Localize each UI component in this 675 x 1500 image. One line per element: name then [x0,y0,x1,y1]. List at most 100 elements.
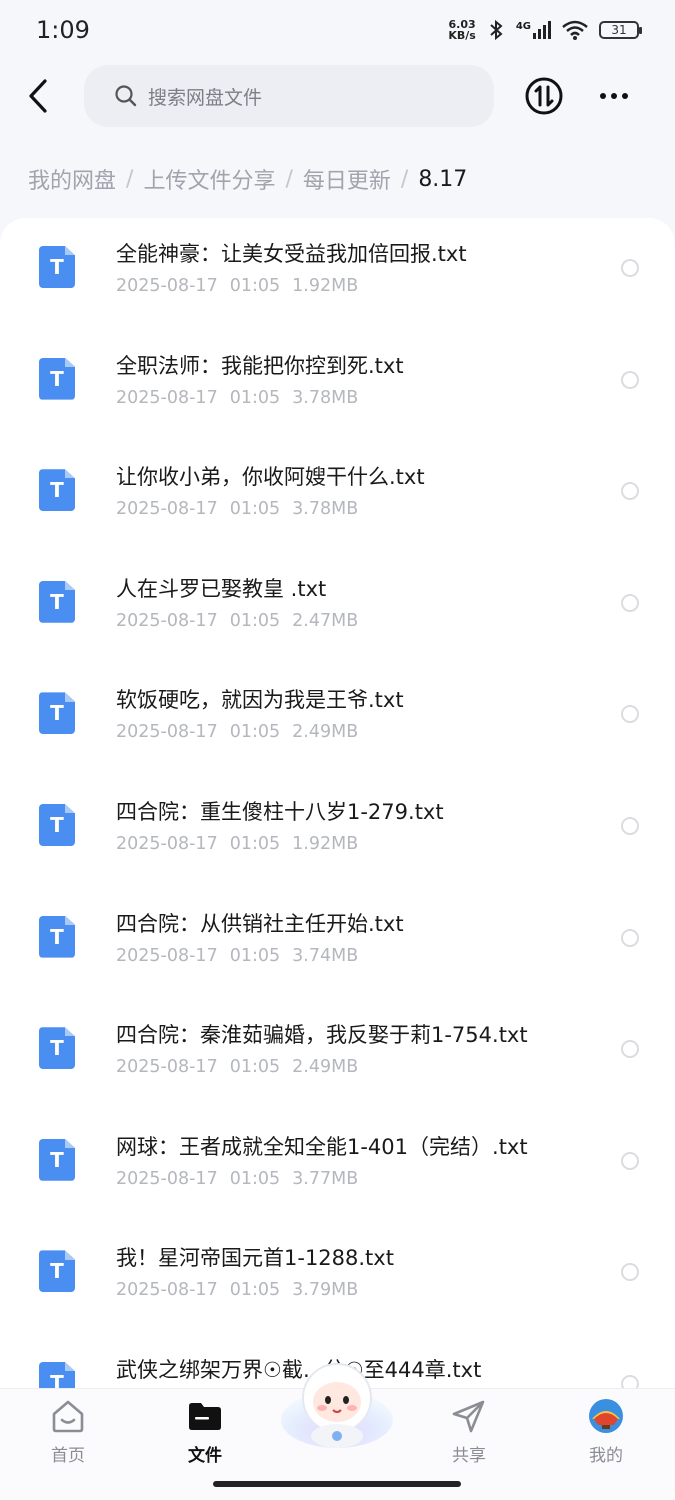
transfer-button[interactable] [524,76,564,116]
back-button[interactable] [18,74,58,118]
file-date: 2025-08-17 [116,1057,218,1078]
more-button[interactable] [594,82,634,110]
txt-file-icon: T [39,692,75,735]
chevron-left-icon [29,79,47,113]
file-date: 2025-08-17 [116,276,218,296]
status-bar: 1:09 6.03 KB/s 4G 31 [0,0,675,60]
txt-file-letter: T [50,701,64,726]
txt-file-icon: T [39,246,75,288]
send-icon [450,1397,488,1435]
file-meta: 2025-08-17 01:05 3.77MB [116,1169,370,1189]
file-meta: 2025-08-17 01:05 2.49MB [116,722,370,742]
avatar-icon [587,1397,625,1435]
home-icon [49,1397,87,1435]
file-time: 01:05 [229,387,281,408]
select-checkbox[interactable] [621,593,639,612]
file-name: 全能神豪：让美女受益我加倍回报.txt [116,242,467,266]
select-checkbox[interactable] [621,705,639,724]
select-checkbox[interactable] [621,1040,639,1059]
txt-file-letter: T [50,1147,64,1172]
nav-files[interactable]: 文件 [155,1397,255,1467]
txt-file-letter: T [50,924,64,949]
txt-file-icon: T [39,1250,75,1293]
file-date: 2025-08-17 [116,722,218,743]
nav-me[interactable]: 我的 [556,1397,656,1467]
file-row[interactable]: T 全能神豪：让美女受益我加倍回报.txt 2025-08-17 01:05 1.92M… [0,218,675,330]
breadcrumb-item[interactable]: 每日更新 [303,163,391,195]
search-placeholder: 搜索网盘文件 [148,86,263,109]
txt-file-icon: T [39,804,75,846]
file-date: 2025-08-17 [116,610,218,631]
txt-file-icon: T [39,357,75,400]
file-size: 3.79MB [292,1280,359,1301]
file-name: 网球：王者成就全知全能1-401（完结）.txt [116,1134,528,1159]
file-row[interactable]: T 网球：王者成就全知全能1-401（完结）.txt 2025-08-17 01:05… [0,1111,675,1223]
file-row[interactable]: T 让你收小弟，你收阿嫂干什么.txt 2025-08-17 01:05 3.78MB [0,441,675,553]
file-row[interactable]: T 四合院：重生傻柱十八岁1-279.txt 2025-08-17 01:05 1.92… [0,776,675,888]
file-size: 1.92MB [292,276,359,296]
mascot-assistant-button[interactable] [278,1350,396,1450]
transfer-icon [525,77,563,115]
file-name: 我！星河帝国元首1-1288.txt [116,1246,394,1271]
txt-file-letter: T [50,255,64,279]
file-meta: 2025-08-17 01:05 3.79MB [116,1280,370,1300]
select-checkbox[interactable] [621,370,639,389]
nav-label: 文件 [188,1446,222,1466]
file-time: 01:05 [229,1168,281,1189]
file-time: 01:05 [229,499,281,520]
file-meta: 2025-08-17 01:05 3.74MB [116,946,370,966]
nav-label: 首页 [51,1446,85,1466]
file-name: 四合院：从供销社主任开始.txt [116,911,404,936]
status-icons: 6.03 KB/s 4G 31 [448,18,642,42]
select-checkbox[interactable] [621,817,639,835]
mascot-icon [281,1363,393,1448]
more-dot-icon [600,93,606,99]
breadcrumb-item[interactable]: 我的网盘 [28,163,116,195]
txt-file-letter: T [50,589,64,614]
file-size: 2.49MB [292,1057,359,1078]
file-size: 2.47MB [292,610,359,631]
txt-file-icon: T [39,1138,75,1181]
file-size: 3.78MB [292,387,359,408]
select-checkbox[interactable] [621,928,639,947]
file-time: 01:05 [229,945,281,966]
file-row[interactable]: T 我！星河帝国元首1-1288.txt 2025-08-17 01:05 3.79MB [0,1222,675,1334]
file-row[interactable]: T 全职法师：我能把你控到死.txt 2025-08-17 01:05 3.78MB [0,330,675,442]
txt-file-icon: T [39,469,75,512]
file-meta: 2025-08-17 01:05 2.49MB [116,1057,370,1077]
select-checkbox[interactable] [621,1151,639,1170]
file-date: 2025-08-17 [116,945,218,966]
file-row[interactable]: T 四合院：从供销社主任开始.txt 2025-08-17 01:05 3.74MB [0,888,675,1000]
select-checkbox[interactable] [621,259,639,277]
file-size: 3.78MB [292,499,359,520]
home-indicator [213,1481,461,1487]
file-time: 01:05 [229,610,281,631]
file-size: 3.77MB [292,1168,359,1189]
folder-icon [186,1397,224,1435]
nav-share[interactable]: 共享 [419,1397,519,1467]
breadcrumb-item[interactable]: 上传文件分享 [143,163,275,195]
select-checkbox[interactable] [621,482,639,501]
txt-file-letter: T [50,478,64,503]
file-row[interactable]: T 软饭硬吃，就因为我是王爷.txt 2025-08-17 01:05 2.49MB [0,664,675,776]
search-input[interactable]: 搜索网盘文件 [84,65,494,127]
nav-home[interactable]: 首页 [18,1397,118,1467]
file-date: 2025-08-17 [116,1280,218,1301]
txt-file-icon: T [39,580,75,623]
file-size: 2.49MB [292,722,359,743]
file-list: T 全能神豪：让美女受益我加倍回报.txt 2025-08-17 01:05 1.92M… [0,218,675,1388]
file-size: 3.74MB [292,945,359,966]
select-checkbox[interactable] [621,1263,639,1282]
network-speed: 6.03 KB/s [448,18,476,42]
breadcrumb-separator: / [400,166,409,192]
wifi-icon [562,20,588,40]
file-date: 2025-08-17 [116,834,218,854]
breadcrumb-separator: / [126,166,134,192]
txt-file-icon: T [39,1362,75,1388]
file-row[interactable]: T 四合院：秦淮茹骗婚，我反娶于莉1-754.txt 2025-08-17 01:05… [0,999,675,1111]
file-name: 让你收小弟，你收阿嫂干什么.txt [116,465,425,490]
search-icon [115,85,137,107]
file-row[interactable]: T 人在斗罗已娶教皇 .txt 2025-08-17 01:05 2.47MB [0,553,675,665]
file-name: 四合院：重生傻柱十八岁1-279.txt [116,800,444,824]
select-checkbox[interactable] [621,1375,639,1388]
